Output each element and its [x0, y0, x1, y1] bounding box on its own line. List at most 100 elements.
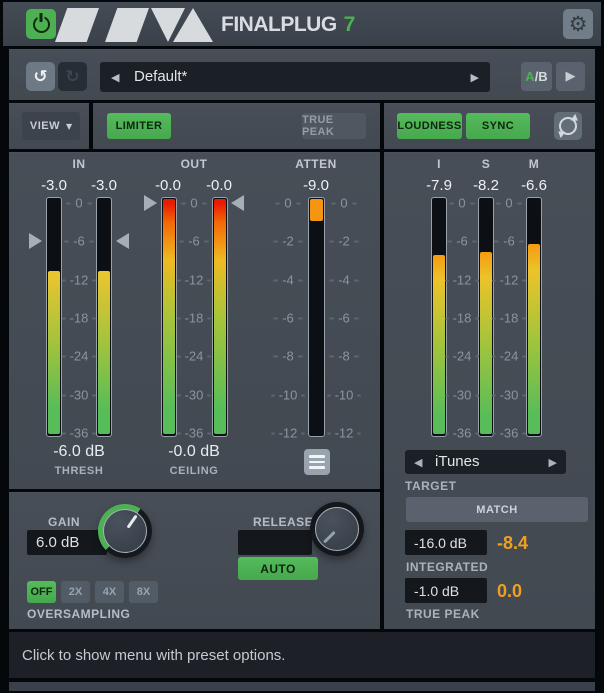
atten-peak: -9.0 — [291, 177, 341, 194]
next-preset-icon[interactable]: ▶ — [471, 71, 479, 84]
release-value-field[interactable] — [238, 530, 312, 555]
target-value: iTunes — [435, 453, 479, 470]
integrated-label: INTEGRATED — [406, 560, 488, 574]
ab-copy-button[interactable]: ▶ — [556, 62, 585, 91]
meter-fill — [98, 271, 110, 434]
in-meters-label: IN — [49, 157, 109, 171]
loudness-reset-button[interactable] — [554, 112, 582, 140]
scale-tick: -10 — [327, 388, 361, 403]
atten-meter-label: ATTEN — [286, 157, 346, 171]
next-target-icon[interactable]: ▶ — [549, 456, 557, 469]
scale-tick: 0 — [327, 196, 361, 211]
scale-tick: -36 — [177, 426, 211, 441]
in-meter-right — [96, 197, 112, 437]
in-meter-scale: 0-6-12-18-24-30-36 — [62, 197, 96, 437]
ceiling-label: CEILING — [134, 465, 254, 477]
preset-selector[interactable]: ◀ Default* ▶ — [100, 62, 490, 92]
ceiling-value[interactable]: -0.0 dB — [134, 443, 254, 461]
out-meter-left — [161, 197, 177, 437]
ab-compare-button[interactable]: A/B — [521, 62, 552, 91]
prev-target-icon[interactable]: ◀ — [414, 456, 422, 469]
scale-tick: -24 — [492, 349, 526, 364]
scale-tick: -12 — [271, 426, 305, 441]
integrated-readout: -8.4 — [497, 533, 528, 554]
scale-tick: -18 — [492, 311, 526, 326]
menu-icon — [309, 455, 325, 458]
true-peak-target-field[interactable]: -1.0 dB — [405, 578, 487, 603]
gain-value-field[interactable]: 6.0 dB — [27, 530, 107, 555]
target-selector[interactable]: ◀ iTunes ▶ — [405, 450, 566, 474]
prev-preset-icon[interactable]: ◀ — [111, 71, 119, 84]
integrated-target-field[interactable]: -16.0 dB — [405, 530, 487, 555]
oversampling-label: OVERSAMPLING — [27, 607, 130, 621]
auto-release-toggle[interactable]: AUTO — [238, 557, 318, 580]
scale-tick: -4 — [327, 273, 361, 288]
match-button[interactable]: MATCH — [406, 497, 588, 522]
lufs-i-peak: -7.9 — [414, 177, 464, 194]
view-dropdown[interactable]: VIEW ▼ — [22, 112, 80, 140]
oversampling-option-2x[interactable]: 2X — [61, 581, 90, 603]
atten-menu-button[interactable] — [304, 449, 330, 475]
ceiling-marker-left[interactable] — [144, 195, 157, 211]
settings-button[interactable]: ⚙ — [563, 9, 593, 39]
scale-tick: -24 — [445, 349, 479, 364]
out-right-peak: -0.0 — [194, 177, 244, 194]
scale-tick: -36 — [492, 426, 526, 441]
meter-fill — [48, 271, 60, 434]
meter-fill — [163, 199, 175, 434]
logo-shape — [105, 8, 149, 42]
atten-scale-right: 0-2-4-6-8-10-12 — [327, 197, 361, 437]
scale-tick: -18 — [445, 311, 479, 326]
gain-knob[interactable] — [98, 504, 152, 558]
reset-cycle-icon — [559, 117, 577, 135]
power-button[interactable] — [26, 9, 56, 39]
ceiling-marker-right[interactable] — [231, 195, 244, 211]
scale-tick: -36 — [62, 426, 96, 441]
thresh-marker-right[interactable] — [116, 233, 129, 249]
release-knob[interactable] — [310, 502, 364, 556]
thresh-value[interactable]: -6.0 dB — [19, 443, 139, 461]
ab-a-label: A — [525, 69, 534, 84]
loudness-panel-header: LOUDNESS SYNC — [384, 103, 595, 149]
finalplug-window: FINALPLUG7 ⚙ ↺ ↻ ◀ Default* ▶ A/B ▶ VIEW… — [0, 0, 604, 693]
lufs-scale-2: 0-6-12-18-24-30-36 — [492, 197, 526, 437]
sync-toggle[interactable]: SYNC — [466, 113, 530, 139]
target-label: TARGET — [405, 479, 456, 493]
true-peak-toggle[interactable]: TRUE PEAK — [302, 113, 366, 139]
undo-icon: ↺ — [33, 67, 47, 87]
gear-icon: ⚙ — [569, 14, 588, 35]
oversampling-option-8x[interactable]: 8X — [129, 581, 158, 603]
scale-tick: -12 — [327, 426, 361, 441]
resize-strip[interactable] — [9, 682, 595, 691]
meter-fill — [528, 244, 540, 434]
scale-tick: -30 — [492, 388, 526, 403]
meter-fill — [433, 255, 445, 434]
redo-icon: ↻ — [65, 67, 79, 87]
preset-row: ↺ ↻ ◀ Default* ▶ A/B ▶ — [9, 49, 595, 100]
scale-tick: -30 — [177, 388, 211, 403]
in-left-peak: -3.0 — [29, 177, 79, 194]
gain-label: GAIN — [48, 515, 80, 529]
scale-tick: -2 — [271, 234, 305, 249]
atten-meter — [308, 197, 325, 437]
scale-tick: -12 — [492, 273, 526, 288]
redo-button[interactable]: ↻ — [58, 62, 87, 91]
in-right-peak: -3.0 — [79, 177, 129, 194]
loudness-toggle[interactable]: LOUDNESS — [397, 113, 462, 139]
limiter-toggle[interactable]: LIMITER — [107, 113, 171, 139]
plugin-title: FINALPLUG7 — [221, 13, 355, 37]
oversampling-option-off[interactable]: OFF — [27, 581, 56, 603]
scale-tick: -10 — [271, 388, 305, 403]
scale-tick: -12 — [177, 273, 211, 288]
scale-tick: 0 — [177, 196, 211, 211]
out-meter-scale: 0-6-12-18-24-30-36 — [177, 197, 211, 437]
scale-tick: -12 — [445, 273, 479, 288]
oversampling-option-4x[interactable]: 4X — [95, 581, 124, 603]
true-peak-label: TRUE PEAK — [406, 607, 480, 621]
status-bar: Click to show menu with preset options. — [9, 632, 595, 678]
meter-fill — [310, 199, 323, 221]
thresh-marker-left[interactable] — [29, 233, 42, 249]
in-meter-left — [46, 197, 62, 437]
title-bar: FINALPLUG7 ⚙ — [3, 2, 601, 46]
undo-button[interactable]: ↺ — [26, 62, 55, 91]
